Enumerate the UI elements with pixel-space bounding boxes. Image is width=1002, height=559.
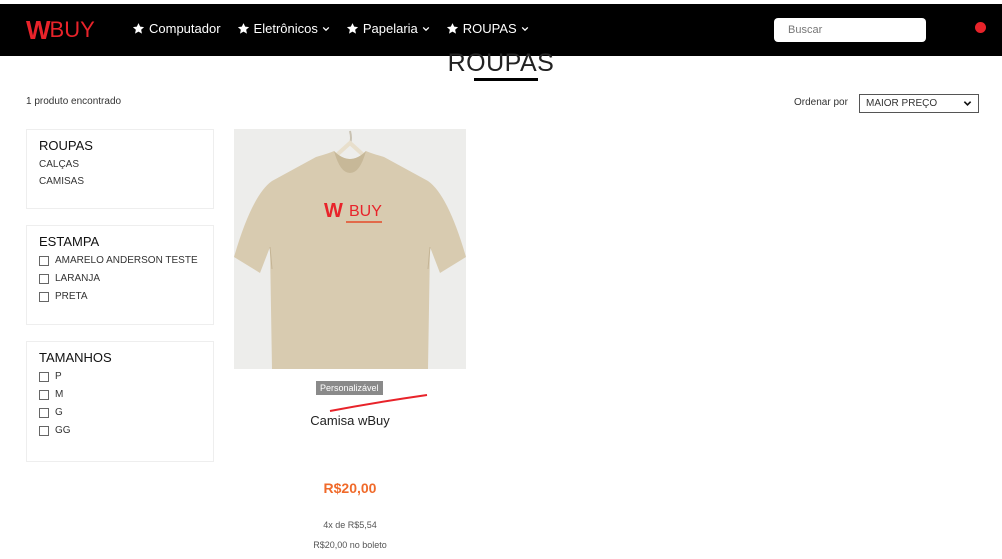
star-icon — [237, 23, 249, 34]
logo[interactable]: W BUY — [26, 15, 95, 45]
product-name[interactable]: Camisa wBuy — [234, 413, 466, 428]
product-installments: 4x de R$5,54 — [323, 520, 377, 530]
star-icon — [446, 23, 458, 34]
star-icon — [346, 23, 358, 34]
checkbox[interactable] — [39, 291, 49, 302]
page-title: ROUPAS — [447, 49, 555, 77]
nav-label: ROUPAS — [462, 21, 517, 36]
filter-option[interactable]: M — [39, 389, 201, 400]
nav-item-roupas[interactable]: ROUPAS — [446, 21, 529, 36]
notification-dot[interactable] — [975, 22, 986, 33]
search-input[interactable] — [774, 18, 926, 42]
title-underline — [474, 78, 538, 81]
result-count: 1 produto encontrado — [26, 96, 122, 107]
filter-category: ROUPAS CALÇAS CAMISAS — [26, 129, 214, 209]
sort-label: Ordenar por — [794, 97, 848, 108]
filter-title: TAMANHOS — [39, 350, 112, 365]
chevron-down-icon — [521, 26, 528, 31]
filter-option-label: AMARELO ANDERSON TESTE — [55, 255, 198, 266]
filter-option[interactable]: P — [39, 371, 201, 382]
category-link-calcas[interactable]: CALÇAS — [39, 159, 201, 170]
sort-select[interactable]: MAIOR PREÇO — [859, 94, 979, 113]
filter-option[interactable]: GG — [39, 425, 201, 436]
chevron-down-icon — [322, 26, 330, 31]
filter-estampa: ESTAMPA AMARELO ANDERSON TESTE LARANJA P… — [26, 225, 214, 325]
shirt-logo-buy: BUY — [349, 203, 382, 220]
shirt-logo-w: W — [324, 200, 343, 222]
main-nav: Computador Eletrônicos Papelaria ROUPAS — [132, 21, 545, 36]
product-price: R$20,00 — [323, 480, 377, 496]
checkbox[interactable] — [39, 371, 49, 382]
red-annotation-line — [329, 394, 428, 412]
nav-label: Papelaria — [362, 21, 418, 36]
checkbox[interactable] — [39, 407, 49, 418]
chevron-down-icon — [422, 26, 430, 31]
chevron-down-icon — [963, 101, 972, 106]
filter-option-label: M — [55, 389, 64, 400]
filter-tamanhos: TAMANHOS P M G GG — [26, 341, 214, 462]
checkbox[interactable] — [39, 273, 49, 284]
filter-option-label: LARANJA — [55, 273, 101, 284]
logo-buy: BUY — [49, 17, 95, 42]
filter-option[interactable]: AMARELO ANDERSON TESTE — [39, 255, 201, 266]
filter-option-label: G — [55, 407, 63, 418]
nav-item-eletronicos[interactable]: Eletrônicos — [237, 21, 330, 36]
checkbox[interactable] — [39, 425, 49, 436]
nav-label: Computador — [149, 21, 221, 36]
filter-option[interactable]: G — [39, 407, 201, 418]
checkbox[interactable] — [39, 389, 49, 400]
nav-label: Eletrônicos — [253, 21, 318, 36]
filter-option[interactable]: LARANJA — [39, 273, 201, 284]
filter-title: ESTAMPA — [39, 234, 100, 249]
filter-option-label: P — [55, 371, 62, 382]
filter-option-label: GG — [55, 425, 71, 436]
filter-option-label: PRETA — [55, 291, 88, 302]
product-image[interactable]: W BUY — [234, 129, 466, 369]
checkbox[interactable] — [39, 255, 49, 266]
tshirt-illustration: W BUY — [234, 129, 466, 369]
star-icon — [132, 23, 145, 34]
filter-option[interactable]: PRETA — [39, 291, 201, 302]
category-link-camisas[interactable]: CAMISAS — [39, 176, 201, 187]
sort-value: MAIOR PREÇO — [866, 98, 938, 109]
nav-item-computador[interactable]: Computador — [132, 21, 221, 36]
filter-title: ROUPAS — [39, 138, 93, 153]
logo-w: W — [26, 14, 51, 45]
nav-item-papelaria[interactable]: Papelaria — [346, 21, 430, 36]
product-boleto-price: R$20,00 no boleto — [313, 540, 387, 550]
